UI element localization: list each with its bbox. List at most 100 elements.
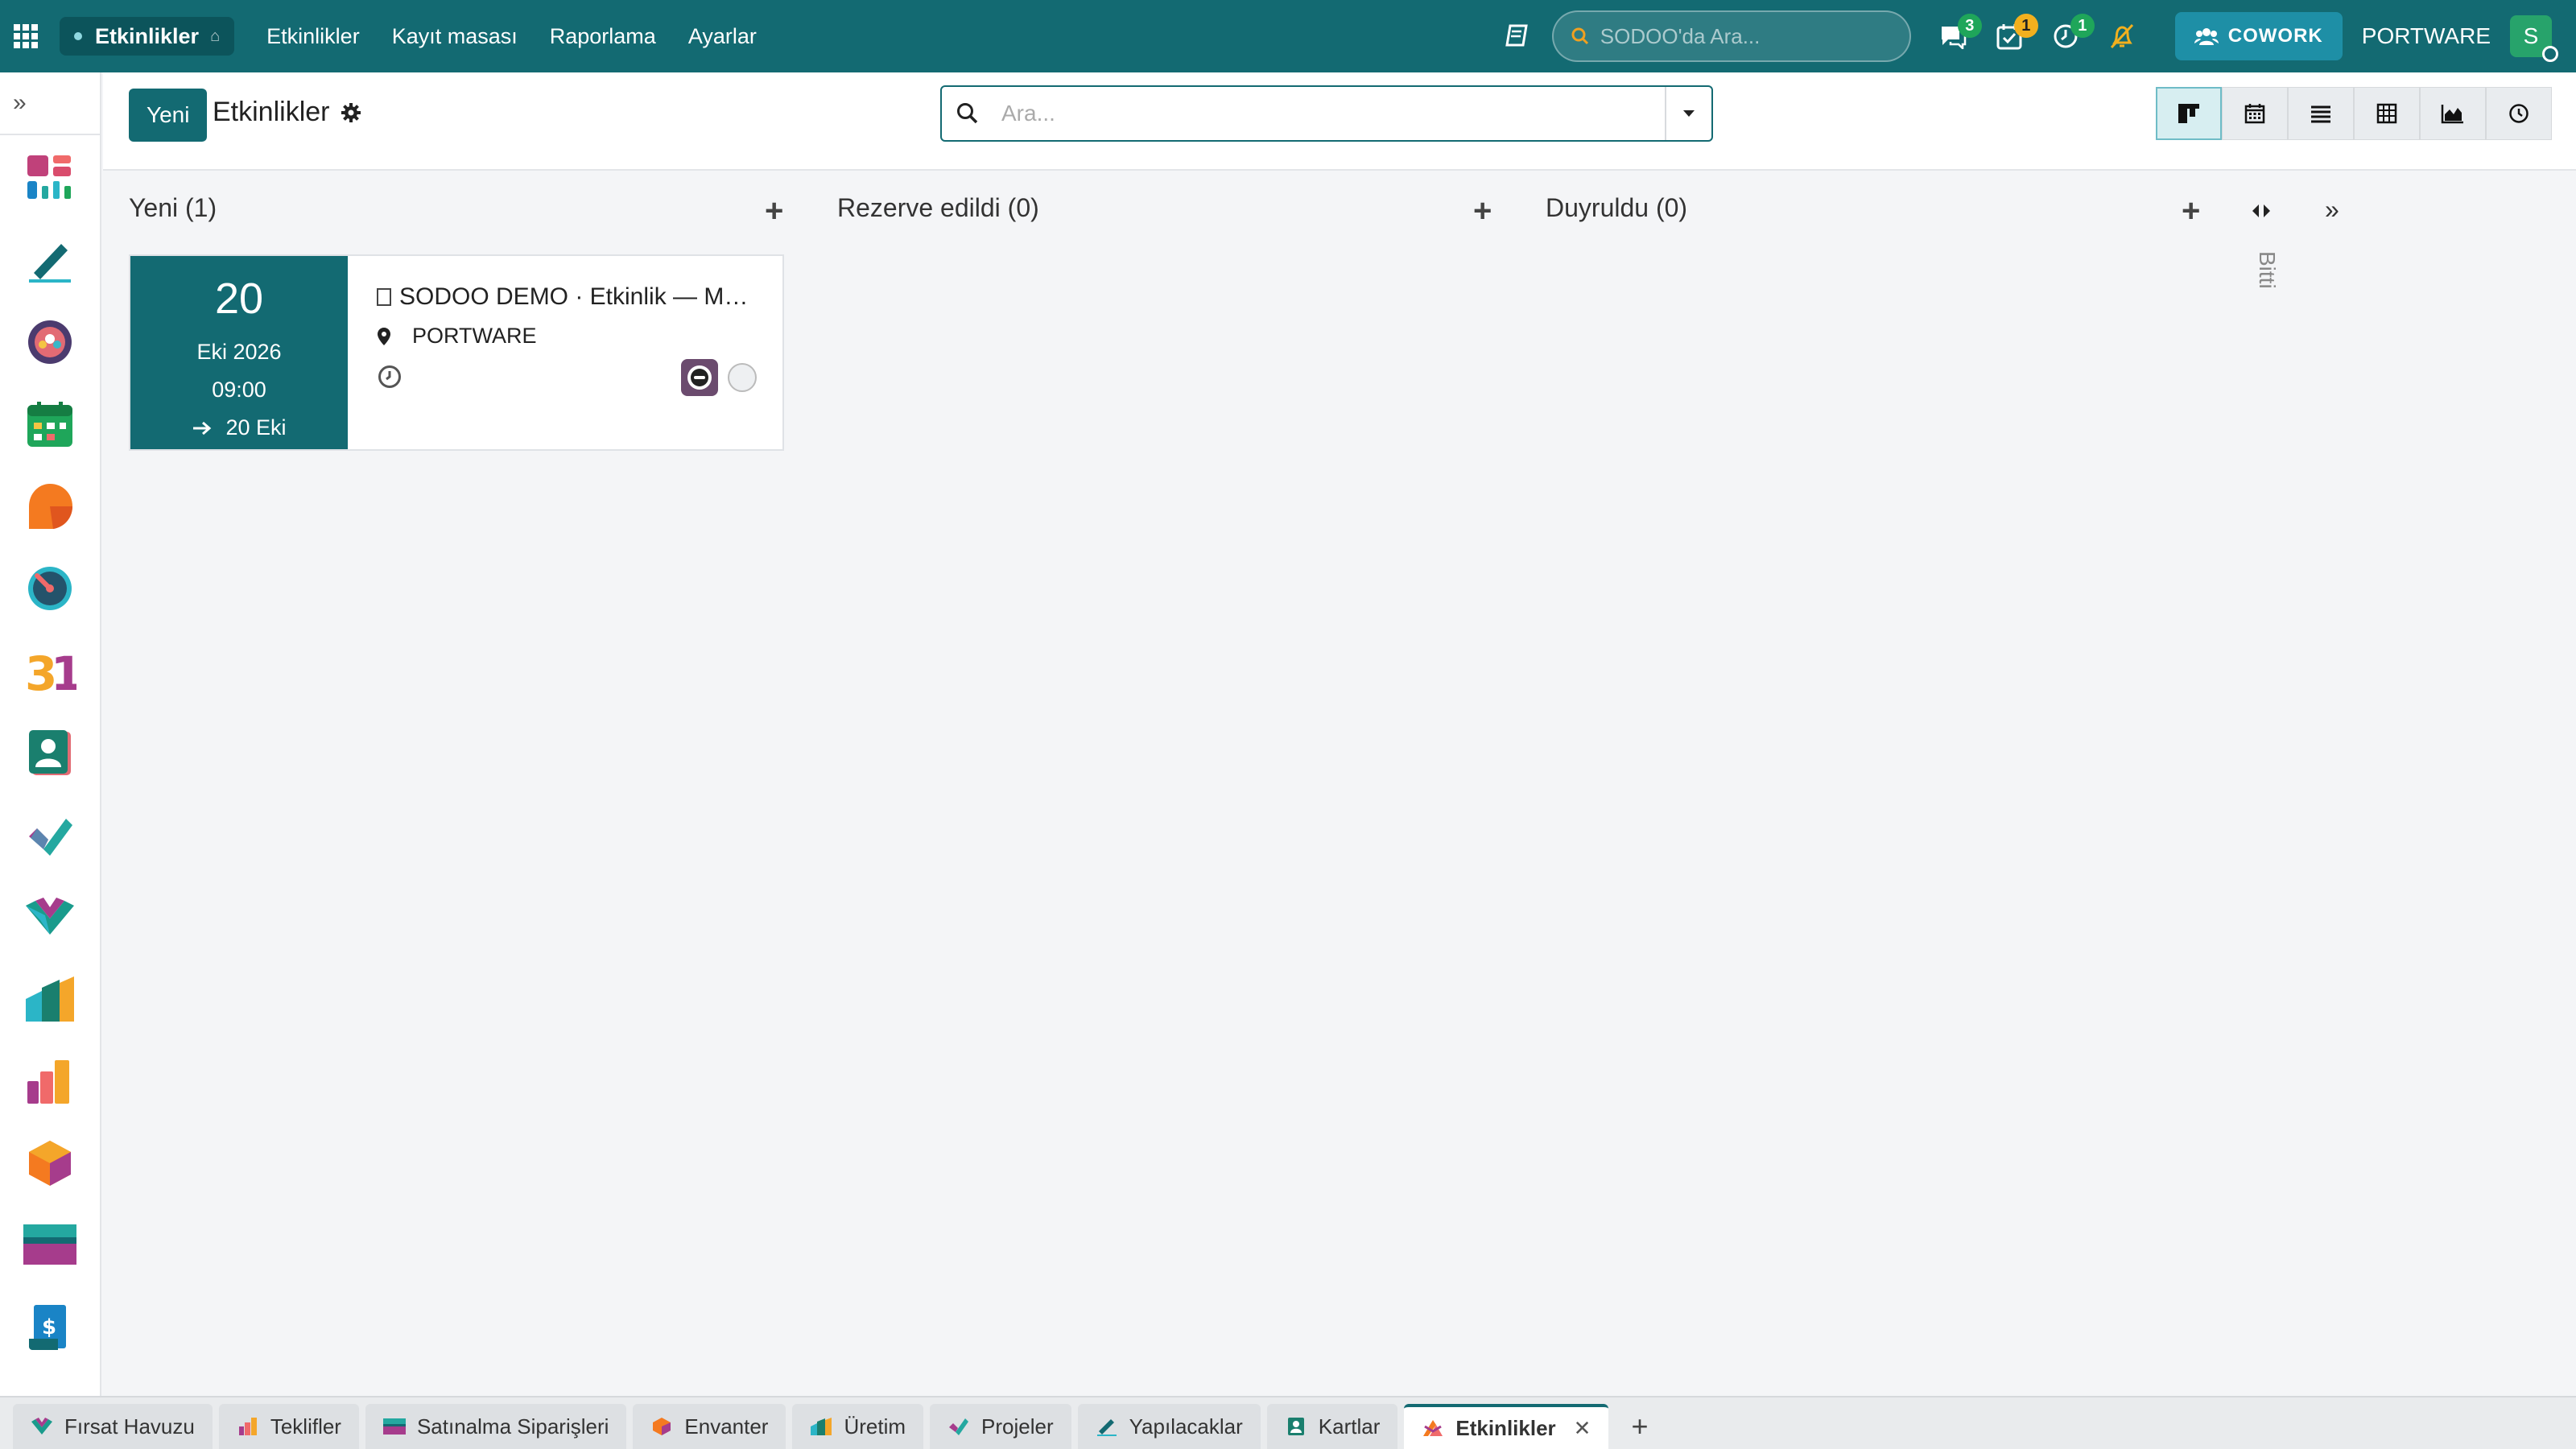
discuss-app-icon[interactable] (23, 480, 76, 533)
column-header-yeni[interactable]: Yeni (1) (129, 193, 217, 223)
crm-app-icon[interactable] (23, 890, 76, 943)
home-icon: ⌂ (210, 27, 221, 45)
company-switcher[interactable]: PORTWARE (2362, 23, 2491, 49)
search-options-toggle[interactable] (1665, 87, 1711, 140)
avatar-image-icon (687, 365, 712, 390)
cowork-button[interactable]: COWORK (2174, 12, 2343, 60)
column-header-duyruldu[interactable]: Duyruldu (0) (1546, 193, 1687, 223)
menu-ayarlar[interactable]: Ayarlar (688, 24, 757, 49)
purchase-icon (382, 1415, 406, 1438)
folded-column-bitti[interactable]: Bitti (2254, 251, 2280, 289)
contacts-icon (1285, 1415, 1307, 1438)
project-icon (947, 1415, 970, 1438)
tab-teklifler[interactable]: Teklifler (218, 1404, 359, 1449)
view-pivot-button[interactable] (2354, 87, 2420, 140)
timer-button[interactable]: 1 (2048, 14, 2095, 54)
invoicing-app-icon[interactable]: $ (23, 1301, 76, 1354)
gear-icon[interactable] (341, 102, 361, 123)
contacts-app-icon[interactable] (23, 726, 76, 779)
column-title: Rezerve edildi (0) (837, 193, 1039, 222)
tab-label: Teklifler (270, 1414, 341, 1439)
tab-firsat-havuzu[interactable]: Fırsat Havuzu (13, 1404, 213, 1449)
current-app-name: Etkinlikler (95, 23, 200, 48)
kanban-icon (2178, 104, 2199, 123)
menu-kayit-masasi[interactable]: Kayıt masası (392, 24, 518, 49)
card-end-date: 20 Eki (192, 415, 287, 440)
clock-icon (2509, 104, 2529, 123)
bottom-tab-bar: Fırsat Havuzu Teklifler Satınalma Sipari… (0, 1396, 2576, 1449)
apps-menu-button[interactable] (0, 0, 52, 72)
page-title-text: Etkinlikler (213, 97, 330, 127)
add-record-icon[interactable]: + (2182, 195, 2200, 227)
card-time: 09:00 (212, 378, 266, 402)
add-tab-button[interactable]: + (1615, 1404, 1664, 1449)
map-marker-icon (378, 327, 390, 345)
user-avatar[interactable]: S (2510, 15, 2558, 62)
tab-envanter[interactable]: Envanter (633, 1404, 786, 1449)
svg-text:1: 1 (51, 646, 76, 695)
add-record-icon[interactable]: + (1473, 195, 1492, 227)
close-icon[interactable]: ✕ (1574, 1416, 1591, 1441)
gauge-app-icon[interactable] (23, 562, 76, 615)
sidebar-expand-button[interactable]: » (0, 72, 100, 135)
tab-satinalma-siparisleri[interactable]: Satınalma Siparişleri (365, 1404, 627, 1449)
menu-raporlama[interactable]: Raporlama (550, 24, 656, 49)
column-header-rezerve-edildi[interactable]: Rezerve edildi (0) (837, 193, 1039, 223)
tab-label: Fırsat Havuzu (64, 1414, 195, 1439)
fold-column-icon[interactable]: » (2325, 195, 2339, 225)
view-calendar-button[interactable] (2222, 87, 2288, 140)
tab-label: Kartlar (1318, 1414, 1381, 1439)
tab-label: Etkinlikler (1455, 1415, 1556, 1440)
column-title: Yeni (1) (129, 193, 217, 222)
column-title: Duyruldu (0) (1546, 193, 1688, 222)
tab-kartlar[interactable]: Kartlar (1266, 1404, 1398, 1449)
todo-app-icon[interactable] (23, 808, 76, 861)
notifications-muted-button[interactable] (2104, 19, 2140, 54)
manufacturing-icon (810, 1415, 832, 1438)
messages-badge: 3 (1957, 14, 1982, 38)
card-end-text: 20 Eki (225, 415, 287, 440)
timer-badge: 1 (2070, 14, 2095, 38)
collapse-column-icon[interactable] (2249, 203, 2273, 219)
purchase-app-icon[interactable] (23, 1219, 76, 1272)
kanban-card[interactable]: 20 Eki 2026 09:00 20 Eki SODOO DEMO · Et… (129, 254, 784, 451)
add-record-icon[interactable]: + (765, 195, 783, 227)
kanban-state-icon[interactable] (728, 363, 757, 392)
search-input[interactable] (1001, 101, 1665, 126)
users-icon (2194, 28, 2219, 45)
view-list-button[interactable] (2288, 87, 2354, 140)
tab-yapilacaklar[interactable]: Yapılacaklar (1077, 1404, 1261, 1449)
view-activity-button[interactable] (2486, 87, 2552, 140)
sales-app-icon[interactable] (23, 1055, 76, 1108)
view-graph-button[interactable] (2420, 87, 2486, 140)
calendar-31-app-icon[interactable]: 31 (23, 644, 76, 697)
current-app-pill[interactable]: Etkinlikler ⌂ (60, 17, 235, 56)
grid-icon (14, 24, 38, 48)
arrow-right-icon (193, 421, 212, 435)
inventory-app-icon[interactable] (23, 1137, 76, 1190)
card-day: 20 (214, 275, 264, 323)
sign-app-icon[interactable] (23, 233, 76, 287)
tab-projeler[interactable]: Projeler (930, 1404, 1071, 1449)
manufacturing-app-icon[interactable] (23, 972, 76, 1026)
tab-uretim[interactable]: Üretim (792, 1404, 924, 1449)
main-menu: Etkinlikler Kayıt masası Raporlama Ayarl… (266, 24, 757, 49)
activity-clock-icon[interactable] (377, 364, 402, 390)
activities-button[interactable]: 1 (1992, 14, 2038, 54)
messages-button[interactable]: 3 (1935, 14, 1982, 54)
tab-etkinlikler[interactable]: Etkinlikler ✕ (1404, 1404, 1609, 1449)
area-chart-icon (2441, 105, 2463, 124)
menu-etkinlikler[interactable]: Etkinlikler (266, 24, 360, 49)
card-assignees (681, 359, 757, 396)
list-icon (2311, 105, 2330, 123)
community-app-icon[interactable] (23, 316, 76, 369)
global-search[interactable]: SODOO'da Ara... (1551, 10, 1911, 62)
calendar-app-icon[interactable] (23, 398, 76, 451)
view-switcher (2156, 87, 2552, 140)
assignee-avatar[interactable] (681, 359, 718, 396)
book-icon[interactable] (1504, 24, 1530, 48)
global-search-placeholder: SODOO'da Ara... (1600, 23, 1761, 48)
new-button[interactable]: Yeni (129, 89, 208, 142)
dashboard-app-icon[interactable] (23, 151, 76, 204)
view-kanban-button[interactable] (2156, 87, 2222, 140)
